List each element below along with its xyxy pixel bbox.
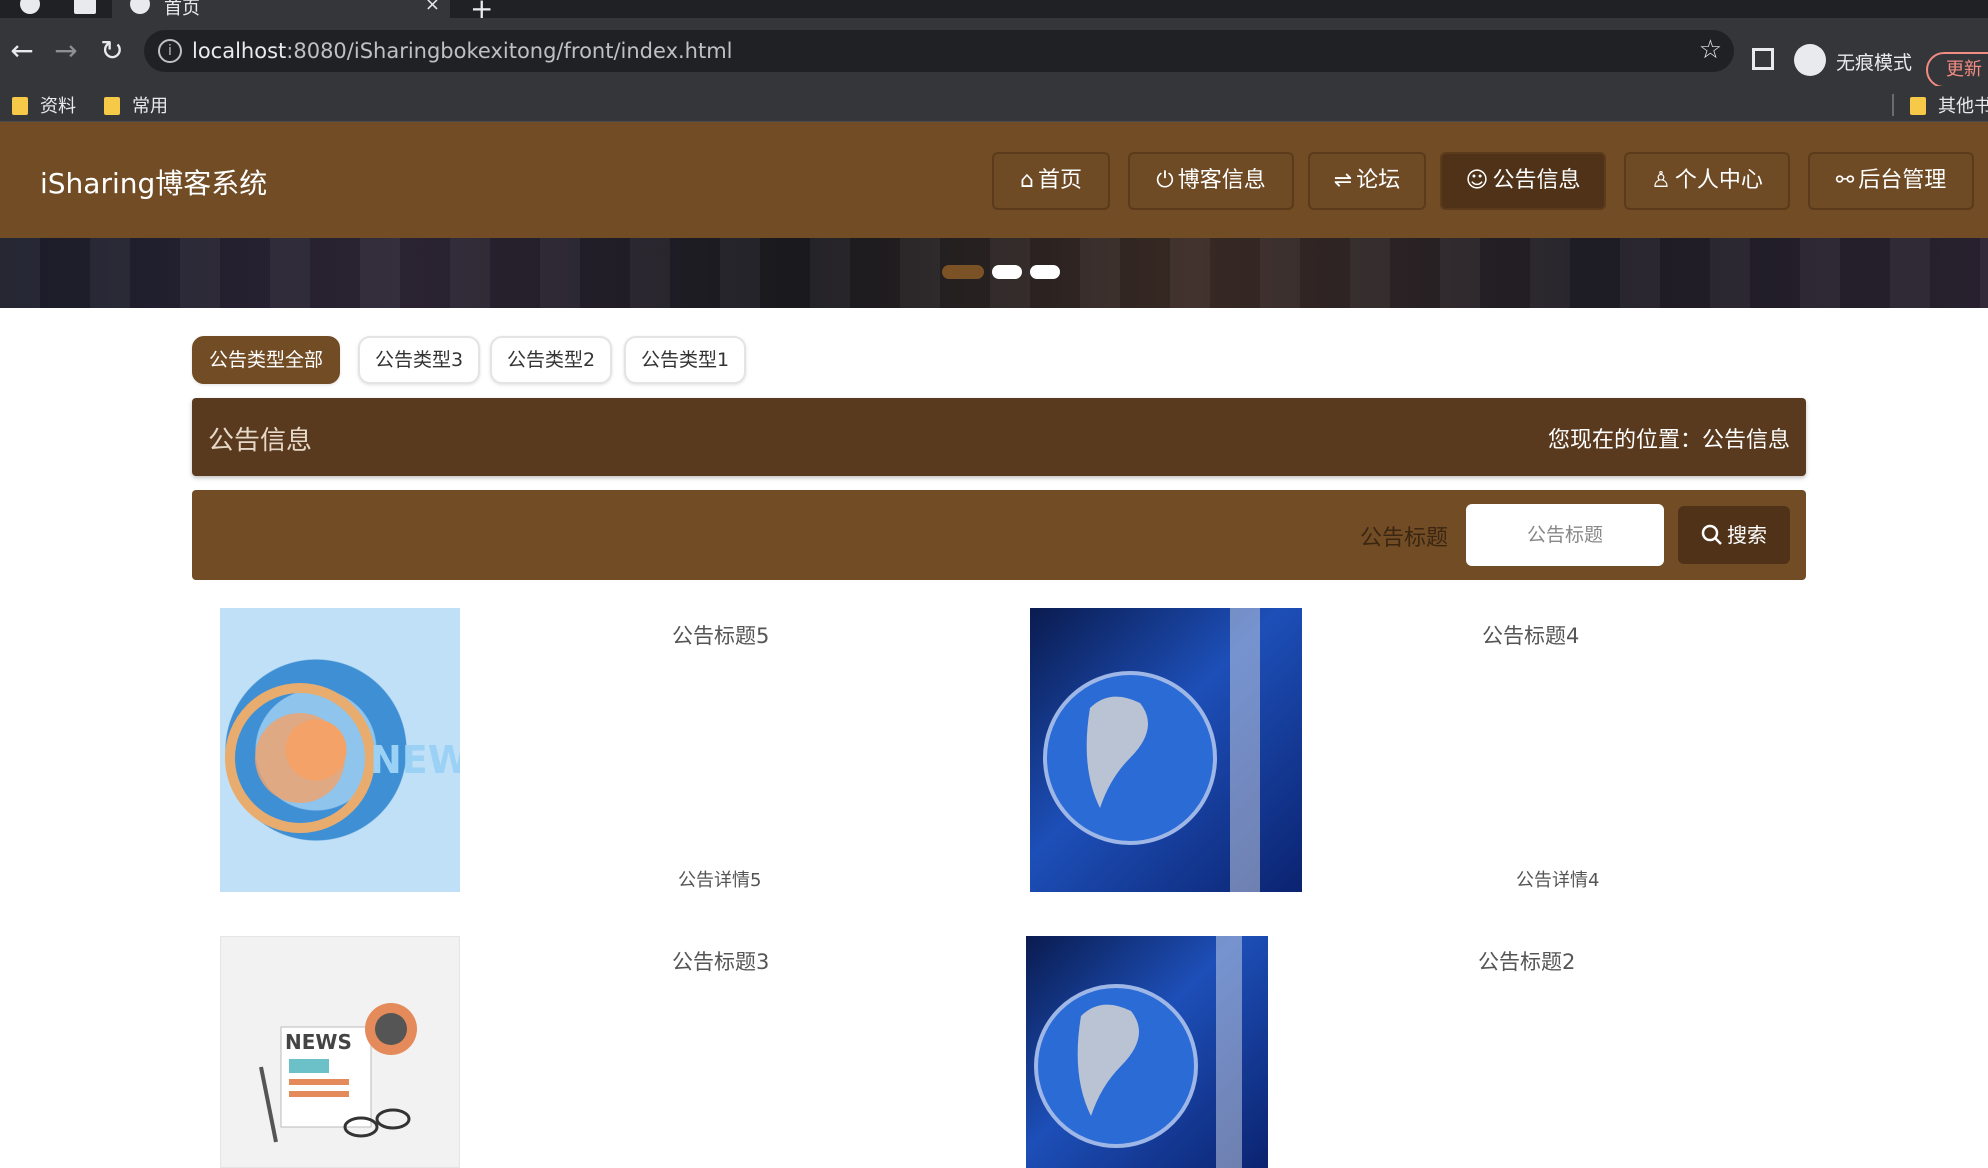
nav-forum[interactable]: ⇌ 论坛 [1308, 152, 1426, 210]
search-button[interactable]: 搜索 [1678, 506, 1790, 564]
browser-tab-strip: 首页 × + [0, 0, 1988, 25]
notice-title[interactable]: 公告标题4 [1482, 620, 1579, 650]
type-tab-2[interactable]: 公告类型2 [490, 336, 612, 384]
nav-personal-center[interactable]: ♙ 个人中心 [1624, 152, 1790, 210]
forward-icon[interactable]: → [50, 34, 82, 68]
breadcrumb: 您现在的位置：公告信息 [1547, 428, 1790, 453]
nav-home[interactable]: ⌂ 首页 [992, 152, 1110, 210]
globe-icon [130, 0, 150, 14]
incognito-icon[interactable] [1794, 44, 1826, 76]
search-bar: 公告标题 搜索 [192, 490, 1806, 580]
notice-detail: 公告详情5 [678, 870, 762, 891]
home-icon: ⌂ [1020, 168, 1034, 193]
url-text[interactable]: localhost:8080/iSharingbokexitong/front/… [192, 39, 733, 63]
notice-detail: 公告详情4 [1516, 870, 1600, 891]
update-button[interactable]: 更新 [1926, 52, 1988, 88]
carousel-dot-1[interactable] [942, 265, 984, 279]
search-input[interactable] [1466, 504, 1664, 566]
bookmark-folder-changyong[interactable]: 常用 [104, 92, 168, 118]
bookmark-separator [1892, 94, 1894, 116]
tab-search-icon[interactable] [74, 0, 96, 14]
browser-tab[interactable]: 首页 × [112, 0, 450, 19]
nav-notice[interactable]: ☺ 公告信息 [1440, 152, 1606, 210]
site-title[interactable]: iSharing博客系统 [40, 162, 267, 202]
notice-title[interactable]: 公告标题2 [1478, 946, 1575, 976]
notice-image[interactable]: NEWS [220, 608, 460, 892]
notice-image[interactable]: NEWS [220, 936, 460, 1168]
folder-icon [12, 97, 28, 115]
type-tab-all[interactable]: 公告类型全部 [192, 336, 340, 384]
bookmark-folder-ziliao[interactable]: 资料 [12, 92, 76, 118]
incognito-label: 无痕模式 [1836, 52, 1913, 74]
site-header: iSharing博客系统 ⌂ 首页 ⏻ 博客信息 ⇌ 论坛 ☺ 公告信息 ♙ 个人中心 ⚯… [0, 122, 1988, 238]
address-bar[interactable]: i localhost:8080/iSharingbokexitong/fron… [144, 30, 1734, 72]
search-label: 公告标题 [1360, 526, 1449, 551]
type-tab-3[interactable]: 公告类型3 [358, 336, 480, 384]
close-icon[interactable]: × [425, 0, 440, 15]
page-title-bar: 公告信息 您现在的位置：公告信息 [192, 398, 1806, 476]
news-globe-image [1034, 936, 1242, 1168]
news-globe-image: NEWS [225, 683, 460, 833]
info-icon[interactable]: i [158, 39, 182, 63]
page-title: 公告信息 [208, 426, 313, 456]
tab-title: 首页 [164, 0, 200, 19]
bookmarks-bar: 资料 常用 其他书签 [0, 86, 1988, 122]
search-icon [1701, 524, 1722, 545]
link-icon: ⚯ [1835, 168, 1855, 193]
chrome-icon[interactable] [20, 0, 40, 14]
notice-title[interactable]: 公告标题3 [672, 946, 769, 976]
back-icon[interactable]: ← [6, 34, 38, 68]
power-icon: ⏻ [1156, 168, 1174, 193]
user-icon: ♙ [1651, 168, 1671, 193]
browser-toolbar: ← → ↻ i localhost:8080/iSharingbokexiton… [0, 18, 1988, 88]
nav-blog[interactable]: ⏻ 博客信息 [1128, 152, 1294, 210]
news-globe-image [1043, 608, 1260, 892]
carousel-dot-3[interactable] [1030, 265, 1060, 279]
nav-admin[interactable]: ⚯ 后台管理 [1808, 152, 1974, 210]
newspaper-illustration: NEWS [259, 1003, 417, 1143]
notice-image[interactable] [1030, 608, 1302, 892]
side-panel-icon[interactable] [1752, 48, 1774, 70]
folder-icon [104, 97, 120, 115]
svg-text:NEWS: NEWS [285, 1030, 352, 1054]
carousel-dot-2[interactable] [992, 265, 1022, 279]
reload-icon[interactable]: ↻ [96, 34, 128, 68]
sliders-icon: ⇌ [1333, 168, 1353, 193]
smile-icon: ☺ [1465, 168, 1489, 193]
bookmark-folder-other[interactable]: 其他书签 [1910, 92, 1988, 118]
notice-image[interactable] [1026, 936, 1268, 1168]
type-tab-1[interactable]: 公告类型1 [624, 336, 746, 384]
folder-icon [1910, 97, 1926, 115]
bookmark-star-icon[interactable]: ☆ [1699, 35, 1722, 65]
banner-carousel [0, 238, 1988, 308]
svg-text:NEWS: NEWS [370, 738, 460, 782]
notice-title[interactable]: 公告标题5 [672, 620, 769, 650]
